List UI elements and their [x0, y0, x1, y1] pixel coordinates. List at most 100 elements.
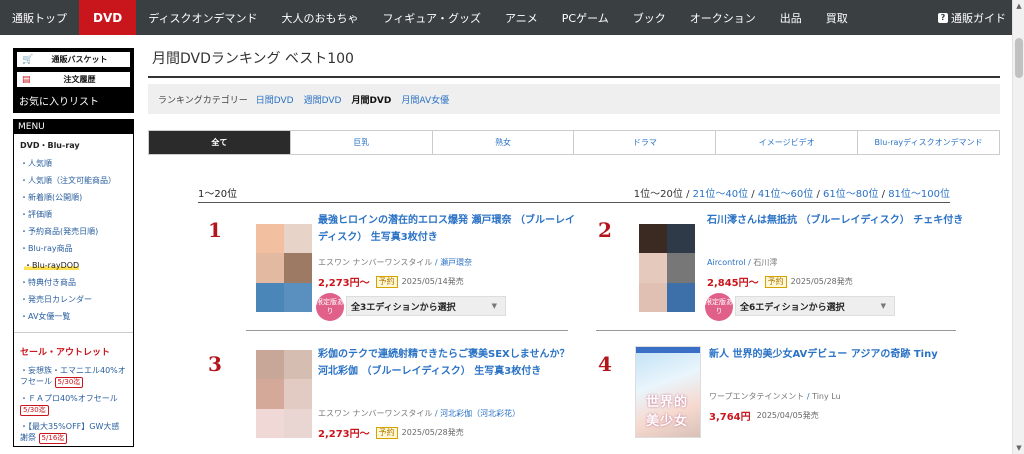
nav-item-sell[interactable]: 出品 [768, 0, 814, 35]
tab-bluray-dod[interactable]: Blu-rayディスクオンデマンド [857, 131, 999, 154]
category-daily[interactable]: 日間DVD [256, 93, 294, 106]
thumb-tile [256, 350, 284, 380]
range-link-61-80[interactable]: 61位〜80位 [823, 189, 878, 200]
nav-item-top[interactable]: 通販トップ [0, 0, 79, 35]
maker-name[interactable]: エスワン ナンバーワンスタイル [318, 258, 432, 267]
thumb-tile [256, 253, 284, 283]
cover-text: 世界的美少女 [646, 395, 689, 429]
nav-item-anime[interactable]: アニメ [493, 0, 550, 35]
menu-item-rating[interactable]: ・評価順 [14, 207, 133, 224]
scroll-down-icon[interactable]: ▼ [1013, 442, 1024, 454]
actress-name[interactable]: Tiny Lu [812, 392, 841, 401]
edition-select-label: 全6エディションから選択 [740, 302, 845, 313]
divider [246, 330, 568, 331]
product-cover-image[interactable]: 世界的美少女 [635, 346, 701, 438]
category-weekly[interactable]: 週間DVD [304, 93, 342, 106]
actress-name[interactable]: 河北彩伽（河北彩花） [440, 409, 520, 418]
range-link-81-100[interactable]: 81位〜100位 [888, 189, 950, 200]
menu-item-bluray[interactable]: ・Blu-ray商品 [14, 241, 133, 258]
product-thumbnail[interactable] [256, 350, 312, 438]
basket-button[interactable]: 🛒 通販バスケット [17, 52, 130, 67]
menu-item-bluray-dod-label: ・Blu-rayDOD [24, 261, 80, 270]
nav-item-buyback[interactable]: 買取 [814, 0, 860, 35]
category-label: ランキングカテゴリー [158, 95, 248, 106]
nav-item-disc-on-demand[interactable]: ディスクオンデマンド [136, 0, 269, 35]
actress-name[interactable]: 石川澪 [753, 258, 777, 267]
limited-edition-badge: 限定版あり [705, 293, 733, 321]
tab-big-breasts[interactable]: 巨乳 [289, 131, 432, 154]
product-title[interactable]: 石川澪さんは無抵抗 （ブルーレイディスク） チェキ付き [707, 212, 977, 229]
thumb-tile [284, 408, 312, 438]
product-maker: Aircontrol / 石川澪 [707, 258, 778, 267]
nav-item-pc-game[interactable]: PCゲーム [550, 0, 621, 35]
menu-item-popular[interactable]: ・人気順 [14, 156, 133, 173]
menu-item-bonus[interactable]: ・特典付き商品 [14, 275, 133, 292]
rank-range-links: 1位〜20位 / 21位〜40位 / 41位〜60位 / 61位〜80位 / 8… [633, 189, 950, 200]
sale-header: セール・アウトレット [14, 332, 133, 362]
sale-item[interactable]: ・【最大35%OFF】GW大感謝祭 5/16迄 [14, 418, 133, 446]
tab-drama[interactable]: ドラマ [573, 131, 715, 154]
product-maker: エスワン ナンバーワンスタイル / 瀬戸環奈 [318, 258, 473, 267]
guide-link[interactable]: ? 通販ガイド [938, 0, 1006, 35]
tab-all[interactable]: 全て [149, 131, 290, 154]
nav-item-figure-goods[interactable]: フィギュア・グッズ [370, 0, 493, 35]
product-title[interactable]: 最強ヒロインの潜在的エロス爆発 瀬戸環奈 （ブルーレイディスク） 生写真3枚付き [318, 212, 580, 246]
thumb-tile [284, 253, 312, 283]
product-thumbnail[interactable] [639, 224, 695, 312]
nav-item-adult-toys[interactable]: 大人のおもちゃ [269, 0, 370, 35]
menu-header: MENU [14, 120, 133, 134]
release-date: 2025/05/28発売 [401, 428, 464, 437]
order-history-button[interactable]: ▤ 注文履歴 [17, 72, 130, 87]
range-link-41-60[interactable]: 41位〜60位 [758, 189, 813, 200]
sale-item[interactable]: ・ＦＡプロ40%オフセール 5/30迄 [14, 390, 133, 418]
nav-item-book[interactable]: ブック [621, 0, 678, 35]
product-maker: ワープエンタテインメント / Tiny Lu [709, 392, 841, 401]
scroll-up-icon[interactable]: ▲ [1013, 0, 1024, 12]
menu-item-actress-list[interactable]: ・AV女優一覧 [14, 309, 133, 326]
maker-name[interactable]: エスワン ナンバーワンスタイル [318, 409, 432, 418]
thumb-tile [256, 282, 284, 312]
menu-item-popular-orderable[interactable]: ・人気順（注文可能商品） [14, 173, 133, 190]
price-row: 2,845円〜 予約 2025/05/28発売 [707, 274, 853, 289]
actress-name[interactable]: 瀬戸環奈 [440, 258, 472, 267]
product-title[interactable]: 新人 世界的美少女AVデビュー アジアの奇跡 Tiny [709, 346, 971, 363]
chevron-down-icon: ▼ [880, 302, 886, 310]
product-title[interactable]: 彩伽のテクで連続射精できたらご褒美SEXしませんか？ 河北彩伽 （ブルーレイディ… [318, 346, 580, 380]
thumb-tile [639, 282, 667, 312]
tab-mature[interactable]: 熟女 [431, 131, 574, 154]
ranking-category-bar: ランキングカテゴリー 日間DVD 週間DVD 月間DVD 月間AV女優 [148, 84, 1000, 114]
limited-edition-badge: 限定版あり [316, 293, 344, 321]
sale-item-label: ・【最大35%OFF】GW大感謝祭 [20, 422, 120, 442]
scrollbar[interactable]: ▲ ▼ [1012, 0, 1024, 454]
edition-select[interactable]: 全6エディションから選択 ▼ [735, 296, 895, 316]
side-menu: MENU DVD・Blu-ray ・人気順 ・人気順（注文可能商品） ・新着順(… [13, 119, 134, 447]
edition-select[interactable]: 全3エディションから選択 ▼ [346, 296, 506, 316]
thumb-tile [284, 379, 312, 409]
maker-name[interactable]: Aircontrol [707, 258, 746, 267]
price-row: 3,764円 2025/04/05発売 [709, 408, 819, 423]
sale-item[interactable]: ・妄想族・エマニエル40%オフセール 5/30迄 [14, 362, 133, 390]
category-monthly: 月間DVD [351, 95, 392, 106]
favorites-link[interactable]: お気に入りリスト [17, 92, 130, 110]
nav-item-dvd[interactable]: DVD [79, 0, 137, 35]
range-link-21-40[interactable]: 21位〜40位 [693, 189, 748, 200]
nav-item-auction[interactable]: オークション [678, 0, 768, 35]
thumb-tile [667, 253, 695, 283]
maker-name[interactable]: ワープエンタテインメント [709, 392, 804, 401]
thumb-tile [639, 224, 667, 254]
product-thumbnail[interactable] [256, 224, 312, 312]
category-monthly-actress[interactable]: 月間AV女優 [401, 93, 449, 106]
menu-item-calendar[interactable]: ・発売日カレンダー [14, 292, 133, 309]
scrollbar-thumb[interactable] [1015, 38, 1023, 78]
tab-image-video[interactable]: イメージビデオ [715, 131, 857, 154]
menu-item-bluray-dod[interactable]: ・Blu-rayDOD [14, 258, 133, 275]
menu-item-new[interactable]: ・新着順(公開順) [14, 190, 133, 207]
thumb-tile [639, 253, 667, 283]
release-date: 2025/05/14発売 [401, 277, 464, 286]
product-price: 2,273円〜 [318, 278, 370, 289]
main-content: 月間DVDランキング ベスト100 ランキングカテゴリー 日間DVD 週間DVD… [148, 40, 1000, 203]
menu-item-reservation[interactable]: ・予約商品(発売日順) [14, 224, 133, 241]
rank-number: 3 [208, 352, 222, 376]
product-price: 2,273円〜 [318, 429, 370, 440]
rank-number: 4 [598, 352, 612, 376]
